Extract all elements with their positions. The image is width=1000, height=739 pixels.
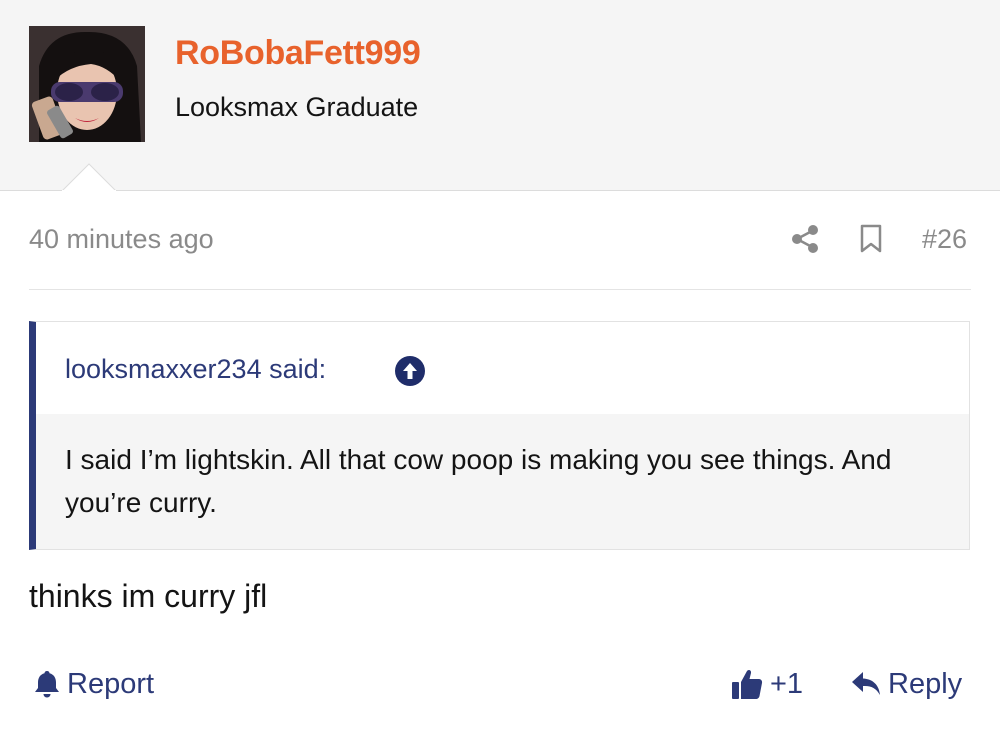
bell-icon (35, 671, 59, 698)
share-icon[interactable] (790, 224, 820, 254)
quote-text: I said I’m lightskin. All that cow poop … (65, 444, 892, 518)
post-header: RoBobaFett999 Looksmax Graduate (0, 0, 1000, 191)
like-button[interactable]: +1 (730, 664, 803, 704)
avatar-image (29, 26, 145, 142)
post-number[interactable]: #26 (922, 224, 967, 255)
username[interactable]: RoBobaFett999 (175, 34, 421, 73)
thumbs-up-icon (732, 669, 763, 699)
divider (29, 289, 971, 290)
arrow-up-circle-icon[interactable] (395, 356, 425, 386)
like-count: +1 (770, 667, 804, 700)
avatar[interactable] (29, 26, 145, 142)
header-pointer (62, 163, 116, 191)
report-button[interactable]: Report (33, 664, 154, 704)
report-label: Report (67, 667, 155, 700)
reply-button[interactable]: Reply (850, 664, 962, 704)
reply-label: Reply (888, 667, 963, 700)
bookmark-icon[interactable] (858, 224, 884, 254)
reply-arrow-icon (852, 672, 880, 695)
quote-header: looksmaxxer234 said: (36, 322, 969, 414)
quote-body: I said I’m lightskin. All that cow poop … (36, 414, 969, 549)
post-timestamp[interactable]: 40 minutes ago (29, 224, 214, 255)
quote-author[interactable]: looksmaxxer234 said: (65, 354, 326, 385)
post-body-text: thinks im curry jfl (29, 578, 268, 614)
quote-block: looksmaxxer234 said: I said I’m lightski… (29, 321, 970, 550)
user-title: Looksmax Graduate (175, 92, 419, 122)
